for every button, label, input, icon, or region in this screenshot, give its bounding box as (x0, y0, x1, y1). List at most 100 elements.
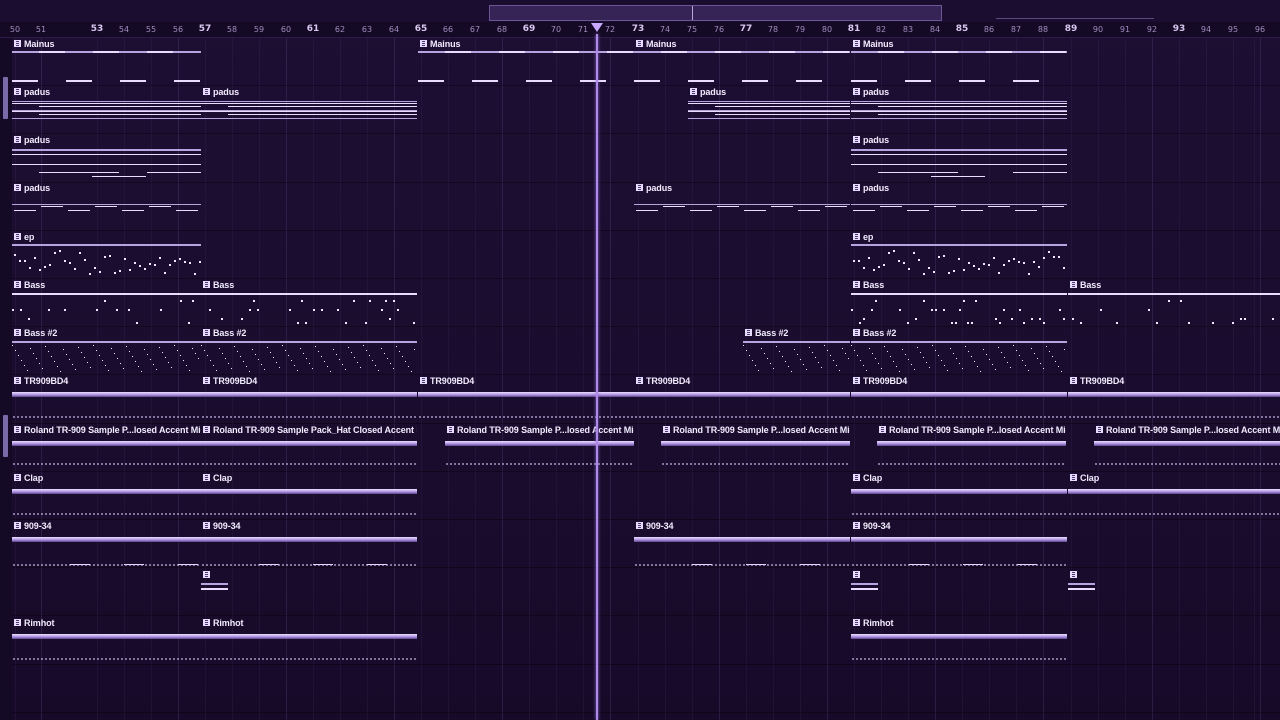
clip-header[interactable]: Rimhot (12, 617, 201, 628)
pattern-clip[interactable] (201, 569, 228, 591)
clip-menu-icon[interactable] (14, 329, 21, 336)
clip-header[interactable]: 909-34 (851, 520, 1067, 531)
clip-header[interactable]: padus (851, 86, 1067, 97)
clip-menu-icon[interactable] (636, 377, 643, 384)
pattern-clip[interactable]: Rimhot (12, 617, 201, 663)
clip-menu-icon[interactable] (636, 40, 643, 47)
pattern-clip[interactable]: Roland TR-909 Sample P...losed Accent Mi… (877, 424, 1066, 470)
pattern-clip[interactable]: TR909BD4 (418, 375, 634, 421)
clip-header[interactable]: TR909BD4 (418, 375, 634, 386)
clip-menu-icon[interactable] (203, 281, 210, 288)
clip-header[interactable]: TR909BD4 (201, 375, 417, 386)
clip-header[interactable]: Bass (201, 279, 417, 290)
clip-menu-icon[interactable] (1096, 426, 1103, 433)
clip-header[interactable]: 909-34 (634, 520, 850, 531)
clip-menu-icon[interactable] (420, 40, 427, 47)
pattern-clip[interactable]: TR909BD4 (201, 375, 417, 421)
pattern-clip[interactable] (1068, 569, 1095, 591)
clip-header[interactable]: Bass #2 (201, 327, 417, 338)
pattern-clip[interactable]: padus (851, 86, 1067, 132)
pattern-clip[interactable]: TR909BD4 (851, 375, 1067, 421)
clip-header[interactable]: Mainus (418, 38, 634, 49)
clip-menu-icon[interactable] (14, 522, 21, 529)
pattern-clip[interactable]: padus (851, 182, 1067, 228)
clip-header[interactable]: Bass #2 (743, 327, 850, 338)
clip-header[interactable]: 909-34 (201, 520, 417, 531)
clip-menu-icon[interactable] (853, 281, 860, 288)
clip-header[interactable]: ep (851, 231, 1067, 242)
clip-menu-icon[interactable] (447, 426, 454, 433)
clip-header[interactable]: Bass (1068, 279, 1280, 290)
clip-menu-icon[interactable] (14, 619, 21, 626)
clip-header[interactable]: Clap (12, 472, 201, 483)
clip-header[interactable]: Clap (201, 472, 417, 483)
clip-header[interactable]: Rimhot (851, 617, 1067, 628)
clip-menu-icon[interactable] (853, 40, 860, 47)
clip-menu-icon[interactable] (853, 136, 860, 143)
pattern-clip[interactable]: Bass (851, 279, 1067, 327)
pattern-clip[interactable]: Roland TR-909 Sample P...losed Accent Mi… (12, 424, 201, 470)
clip-menu-icon[interactable] (1070, 571, 1077, 578)
playhead-marker-icon[interactable] (591, 23, 603, 32)
pattern-clip[interactable]: Clap (201, 472, 417, 518)
pattern-clip[interactable]: ep (851, 231, 1067, 277)
pattern-clip[interactable]: Bass #2 (12, 327, 201, 373)
clip-menu-icon[interactable] (203, 329, 210, 336)
clip-header[interactable] (1068, 569, 1095, 580)
clip-header[interactable]: padus (851, 182, 1067, 193)
clip-menu-icon[interactable] (14, 233, 21, 240)
clip-menu-icon[interactable] (745, 329, 752, 336)
pattern-clip[interactable] (851, 569, 878, 591)
clip-menu-icon[interactable] (14, 377, 21, 384)
clip-menu-icon[interactable] (853, 522, 860, 529)
track-scroll-strip[interactable] (0, 37, 12, 720)
pattern-clip[interactable]: padus (201, 86, 417, 132)
clip-menu-icon[interactable] (203, 474, 210, 481)
clip-menu-icon[interactable] (203, 522, 210, 529)
clip-header[interactable]: padus (12, 182, 201, 193)
pattern-clip[interactable]: Bass (12, 279, 201, 327)
clip-header[interactable]: Bass #2 (12, 327, 201, 338)
clip-header[interactable]: padus (851, 134, 1067, 145)
clip-header[interactable]: TR909BD4 (12, 375, 201, 386)
pattern-clip[interactable]: padus (851, 134, 1067, 180)
clip-header[interactable]: Roland TR-909 Sample P...losed Accent Mi… (12, 424, 201, 435)
clip-menu-icon[interactable] (879, 426, 886, 433)
pattern-clip[interactable]: Mainus (418, 38, 634, 84)
clip-header[interactable]: padus (12, 86, 201, 97)
pattern-clip[interactable]: Roland TR-909 Sample Pack_Hat Closed Acc… (201, 424, 417, 470)
clip-header[interactable] (201, 569, 228, 580)
pattern-clip[interactable]: ep (12, 231, 201, 277)
clip-header[interactable]: padus (688, 86, 850, 97)
pattern-clip[interactable]: Roland TR-909 Sample P...losed Accent Mi… (661, 424, 850, 470)
clip-menu-icon[interactable] (203, 88, 210, 95)
clip-menu-icon[interactable] (14, 281, 21, 288)
clip-menu-icon[interactable] (853, 474, 860, 481)
clip-header[interactable]: Clap (851, 472, 1067, 483)
clip-header[interactable]: Roland TR-909 Sample P...losed Accent Mi… (877, 424, 1066, 435)
pattern-clip[interactable]: padus (12, 134, 201, 180)
pattern-clip[interactable]: TR909BD4 (634, 375, 850, 421)
clip-menu-icon[interactable] (853, 619, 860, 626)
track-marker[interactable] (3, 77, 8, 119)
clip-menu-icon[interactable] (636, 184, 643, 191)
clip-header[interactable] (851, 569, 878, 580)
clip-header[interactable]: padus (12, 134, 201, 145)
clip-menu-icon[interactable] (853, 329, 860, 336)
clip-header[interactable]: Bass #2 (851, 327, 1067, 338)
clip-header[interactable]: Mainus (12, 38, 201, 49)
pattern-clip[interactable]: Bass #2 (851, 327, 1067, 373)
pattern-clip[interactable]: TR909BD4 (12, 375, 201, 421)
pattern-clip[interactable]: Mainus (851, 38, 1067, 84)
clip-menu-icon[interactable] (14, 136, 21, 143)
clip-header[interactable]: Clap (1068, 472, 1280, 483)
pattern-clip[interactable]: TR909BD4 (1068, 375, 1280, 421)
clip-menu-icon[interactable] (636, 522, 643, 529)
pattern-clip[interactable]: Mainus (634, 38, 850, 84)
pattern-clip[interactable]: 909-34 (12, 520, 201, 570)
clip-menu-icon[interactable] (14, 88, 21, 95)
clip-header[interactable]: Roland TR-909 Sample Pack_Hat Closed Acc… (201, 424, 417, 435)
clip-menu-icon[interactable] (853, 233, 860, 240)
clip-header[interactable]: Roland TR-909 Sample P...losed Accent Mi… (445, 424, 634, 435)
clip-menu-icon[interactable] (14, 426, 21, 433)
